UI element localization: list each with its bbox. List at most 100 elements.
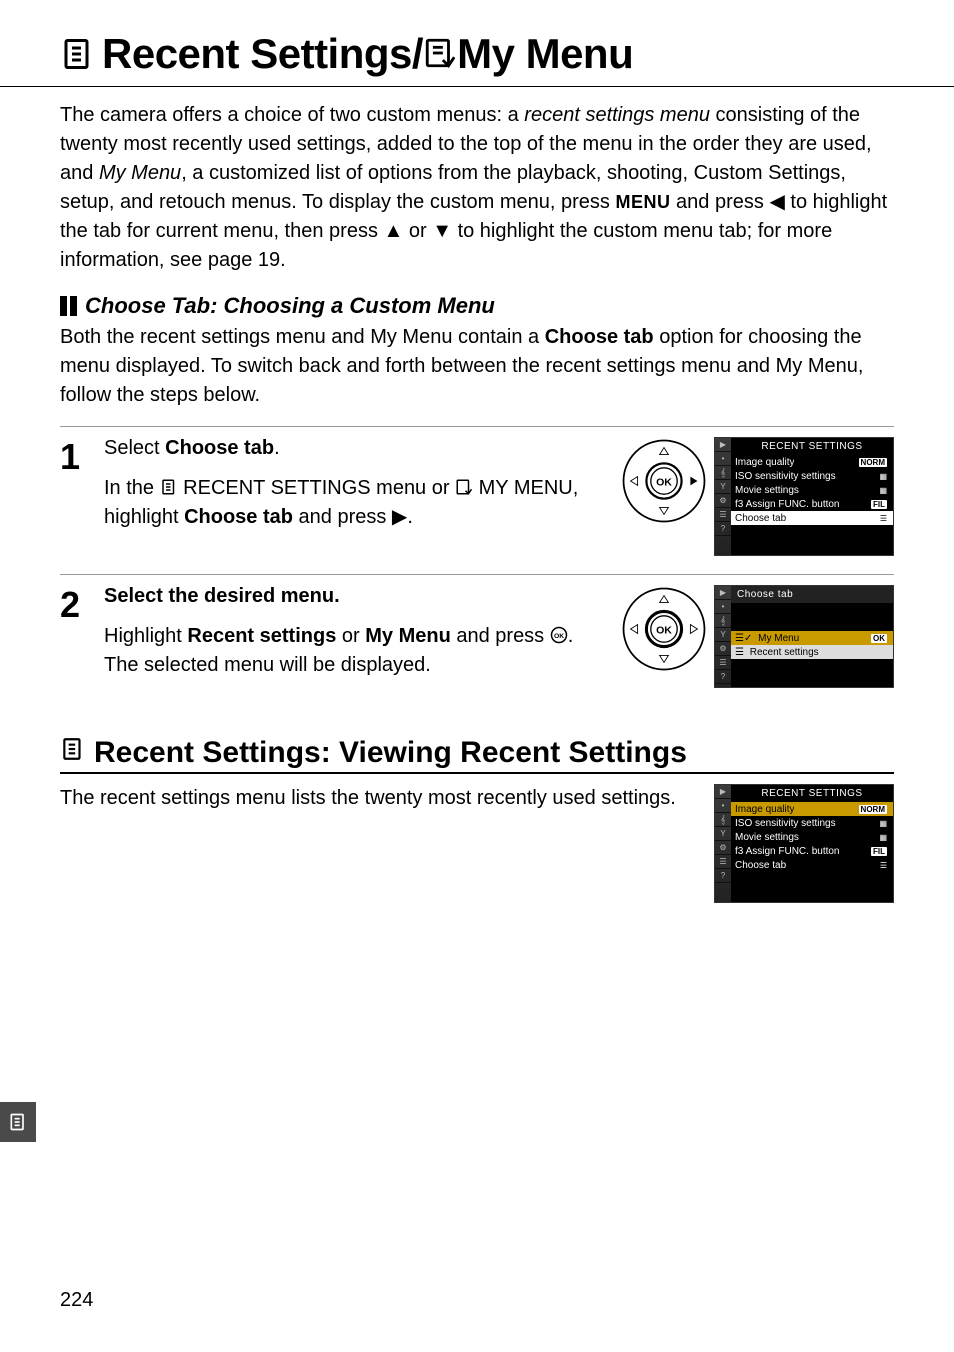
lcd-side-tab-icon: ? xyxy=(715,670,731,684)
lcd-side-tab-icon: Y xyxy=(715,827,731,841)
lcd-menu-row: f3 Assign FUNC. buttonFIL xyxy=(731,497,893,511)
sub-body-a: Both the recent settings menu and My Men… xyxy=(60,326,545,348)
intro-italic-2: My Menu xyxy=(99,162,181,184)
lcd-side-tab-icon: 𝄞 xyxy=(715,614,731,628)
lcd-side-tab-icon: ? xyxy=(715,869,731,883)
lcd-side-tab-icon: Y xyxy=(715,480,731,494)
ok-button-icon: OK xyxy=(550,626,568,644)
menu-button-label: MENU xyxy=(616,192,671,212)
step-2-body: Highlight Recent settings or My Menu and… xyxy=(104,622,604,680)
step-1-body: In the RECENT SETTINGS menu or MY MENU, … xyxy=(104,474,604,532)
lcd-side-tab-icon: ⚙ xyxy=(715,494,731,508)
lcd-menu-row: ISO sensitivity settings▦ xyxy=(731,816,893,830)
lcd-side-tab-icon: ▶ xyxy=(715,438,731,452)
lcd-side-tab-icon: Y xyxy=(715,628,731,642)
lcd-side-tab-icon: • xyxy=(715,799,731,813)
intro-text: The camera offers a choice of two custom… xyxy=(60,104,524,126)
lcd-title: RECENT SETTINGS xyxy=(731,438,893,455)
intro-italic-1: recent settings menu xyxy=(524,104,710,126)
step-number: 1 xyxy=(60,437,88,556)
s1-d: Choose tab xyxy=(184,506,293,528)
page-title: Recent Settings/My Menu xyxy=(102,30,633,78)
lcd-side-tab-icon: ⚙ xyxy=(715,642,731,656)
section-body-text: The recent settings menu lists the twent… xyxy=(60,784,694,903)
step-1-title-a: Select xyxy=(104,437,165,459)
lcd-side-tab-icon: • xyxy=(715,600,731,614)
s1-e: and press xyxy=(293,506,392,528)
subheading-bars-icon xyxy=(60,296,77,316)
right-arrow-icon: ▶ xyxy=(392,503,407,532)
s2-e: and press xyxy=(451,625,550,647)
recent-settings-icon xyxy=(60,736,86,762)
lcd-side-tab-icon: 𝄞 xyxy=(715,813,731,827)
subheading-row: Choose Tab: Choosing a Custom Menu xyxy=(60,293,894,319)
lcd-side-tab-icon: ☰ xyxy=(715,508,731,522)
page-title-row: Recent Settings/My Menu xyxy=(60,30,894,78)
step-1-title-c: . xyxy=(274,437,280,459)
chapter-side-tab xyxy=(0,1102,36,1142)
svg-text:OK: OK xyxy=(656,476,672,488)
svg-text:OK: OK xyxy=(656,624,672,636)
title-rule xyxy=(0,86,954,87)
s2-a: Highlight xyxy=(104,625,187,647)
lcd-side-tab-icon: ? xyxy=(715,522,731,536)
down-arrow-icon: ▼ xyxy=(432,217,452,246)
page-number: 224 xyxy=(60,1289,93,1312)
lcd-menu-row: Choose tab☰ xyxy=(731,511,893,525)
lcd-menu-row: f3 Assign FUNC. buttonFIL xyxy=(731,844,893,858)
recent-settings-icon xyxy=(8,1112,28,1132)
sub-body: Both the recent settings menu and My Men… xyxy=(60,323,894,410)
lcd-side-tab-icon: ▶ xyxy=(715,785,731,799)
step-1: 1 Select Choose tab. In the RECENT SETTI… xyxy=(60,427,894,575)
step-2: 2 Select the desired menu. Highlight Rec… xyxy=(60,575,894,706)
lcd-side-tab-icon: ⚙ xyxy=(715,841,731,855)
step-2-title: Select the desired menu. xyxy=(104,585,604,608)
section-recent-settings: Recent Settings: Viewing Recent Settings… xyxy=(60,736,894,903)
section-title: Recent Settings: Viewing Recent Settings xyxy=(94,736,687,770)
svg-text:OK: OK xyxy=(554,633,564,640)
s1-f: . xyxy=(407,506,413,528)
s2-c: or xyxy=(336,625,365,647)
lcd-side-tabs: ▶•𝄞Y⚙☰? xyxy=(715,438,731,555)
title-post: My Menu xyxy=(457,30,633,77)
recent-settings-icon xyxy=(60,36,96,72)
lcd-menu-row: Choose tab☰ xyxy=(731,858,893,872)
lcd-side-tab-icon: ▶ xyxy=(715,586,731,600)
my-menu-icon-small xyxy=(455,478,473,496)
lcd-side-tab-icon: ☰ xyxy=(715,656,731,670)
s2-b: Recent settings xyxy=(187,625,336,647)
lcd-side-tab-icon: ☰ xyxy=(715,855,731,869)
multi-selector-icon: OK xyxy=(620,585,708,673)
left-arrow-icon: ◀ xyxy=(769,188,784,217)
sub-body-bold: Choose tab xyxy=(545,326,654,348)
intro-paragraph: The camera offers a choice of two custom… xyxy=(60,101,894,275)
lcd-side-tabs: ▶•𝄞Y⚙☰? xyxy=(715,586,731,687)
lcd-screenshot-1: ▶•𝄞Y⚙☰? RECENT SETTINGS Image qualityNOR… xyxy=(714,437,894,556)
multi-selector-icon: OK xyxy=(620,437,708,525)
lcd-menu-row: ISO sensitivity settings▦ xyxy=(731,469,893,483)
lcd-side-tabs: ▶•𝄞Y⚙☰? xyxy=(715,785,731,902)
my-menu-icon xyxy=(423,36,457,70)
lcd-title: Choose tab xyxy=(731,586,893,603)
recent-settings-icon-small xyxy=(160,478,178,496)
up-arrow-icon: ▲ xyxy=(384,217,404,246)
s2-title: Select the desired menu. xyxy=(104,585,340,607)
lcd-menu-row: Image qualityNORM xyxy=(731,455,893,469)
step-1-title: Select Choose tab. xyxy=(104,437,604,460)
lcd-menu-row: ☰✓ My MenuOK xyxy=(731,631,893,645)
s1-b: RECENT SETTINGS menu or xyxy=(178,477,455,499)
lcd-menu-row: ☰ Recent settings xyxy=(731,645,893,659)
intro-text-6: or xyxy=(403,220,432,242)
lcd-menu-row: Movie settings▦ xyxy=(731,830,893,844)
lcd-side-tab-icon: • xyxy=(715,452,731,466)
lcd-menu-row: Movie settings▦ xyxy=(731,483,893,497)
lcd-title: RECENT SETTINGS xyxy=(731,785,893,802)
s2-d: My Menu xyxy=(365,625,451,647)
intro-text-4: and press xyxy=(671,191,770,213)
lcd-side-tab-icon: 𝄞 xyxy=(715,466,731,480)
step-number: 2 xyxy=(60,585,88,688)
step-1-title-bold: Choose tab xyxy=(165,437,274,459)
subheading: Choose Tab: Choosing a Custom Menu xyxy=(85,293,495,319)
title-pre: Recent Settings/ xyxy=(102,30,423,77)
lcd-menu-row: Image qualityNORM xyxy=(731,802,893,816)
